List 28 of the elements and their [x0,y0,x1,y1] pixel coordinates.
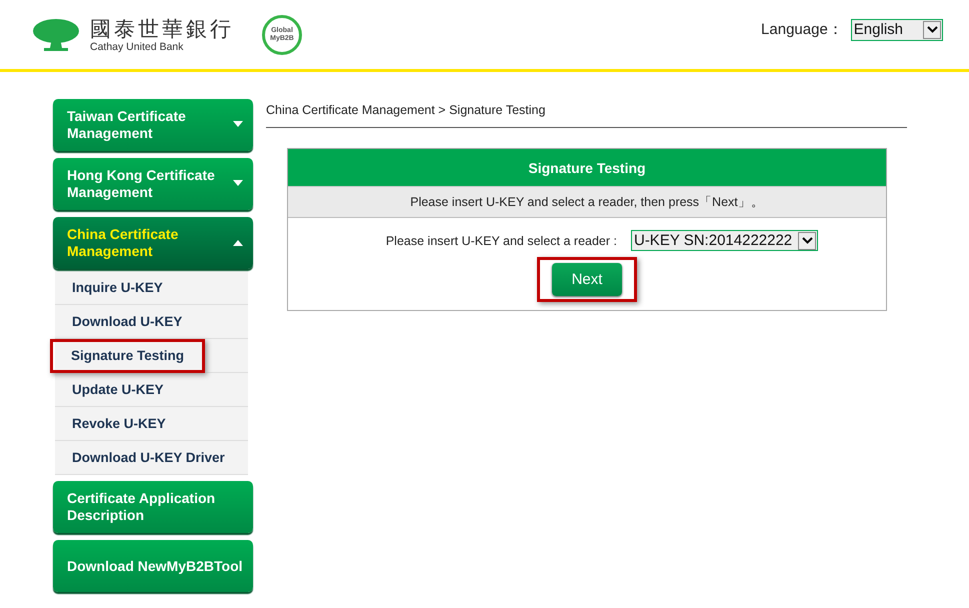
collapse-arrow-icon [233,239,243,246]
highlighted-item[interactable]: Signature Testing [50,339,206,373]
bank-name: 國泰世華銀行 [90,16,234,40]
language-select[interactable]: English [850,18,943,40]
submenu-item[interactable]: Download U-KEY [55,305,248,339]
reader-select[interactable]: U-KEY SN:2014222222 [630,230,818,251]
language-label: Language： [761,20,843,39]
submenu-item[interactable]: Download U-KEY Driver [55,441,248,475]
expand-arrow-icon [233,121,243,128]
next-button[interactable]: Next [552,263,622,296]
breadcrumb: China Certificate Management > Signature Testing [266,99,907,128]
submenu-item[interactable]: Update U-KEY [55,373,248,407]
expand-arrow-icon [233,180,243,187]
menu-group-button[interactable]: Hong Kong Certificate Management [53,158,253,210]
dropdown-caret-icon[interactable] [923,20,941,38]
panel-title: Signature Testing [288,149,886,186]
instruction-text: Please insert U-KEY and select a reader, then press「Next」。 [288,186,886,218]
tree-logo-icon [32,18,80,52]
menu-group-button[interactable]: Taiwan Certificate Management [53,99,253,151]
menu-group-button[interactable]: Download NewMyB2BTool [53,540,253,592]
menu-group-button[interactable]: Certificate Application Description [53,481,253,533]
dropdown-caret-icon[interactable] [798,232,816,250]
submenu-item[interactable]: Revoke U-KEY [55,407,248,441]
menu-group-button[interactable]: China Certificate Management [53,217,253,269]
submenu-item[interactable]: Inquire U-KEY [55,271,248,305]
submenu-item[interactable]: Signature Testing [55,339,248,373]
bank-subtitle: Cathay United Bank [90,40,184,52]
reader-label: Please insert U-KEY and select a reader : [386,234,617,248]
